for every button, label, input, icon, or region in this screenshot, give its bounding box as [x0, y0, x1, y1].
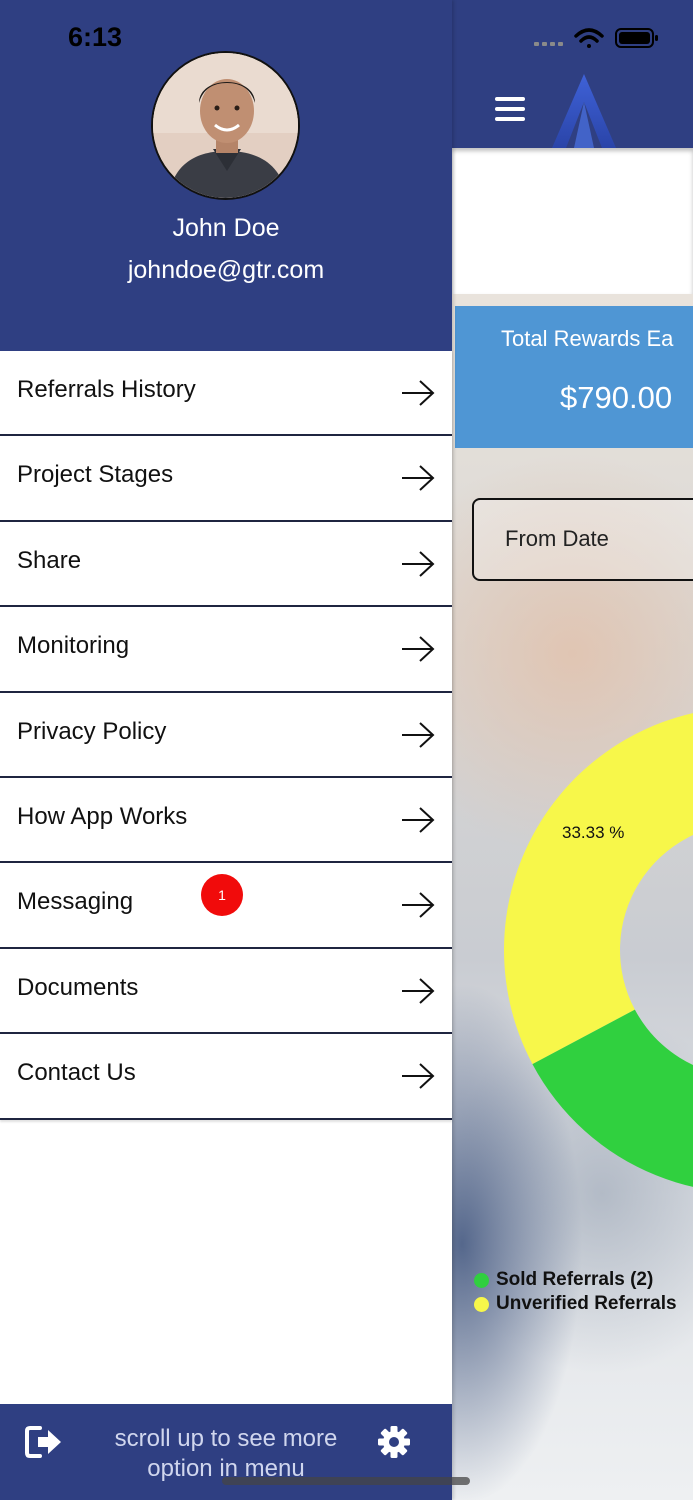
arrow-right-icon [402, 721, 435, 748]
from-date-placeholder: From Date [505, 526, 609, 551]
arrow-right-icon [402, 807, 435, 833]
app-logo-icon [552, 74, 616, 148]
cellular-signal-icon [534, 42, 563, 46]
menu-item-label: Project Stages [17, 461, 174, 489]
arrow-right-icon [402, 551, 435, 577]
rewards-value: $790.00 [560, 380, 673, 415]
menu-item-label: Referrals History [17, 376, 196, 403]
arrow-right-icon [402, 892, 435, 919]
avatar-photo [153, 53, 298, 198]
menu-item-label: Messaging [17, 888, 134, 916]
chart-legend: Sold Referrals (2) Unverified Referrals [474, 1268, 677, 1316]
legend-dot-unverified [474, 1296, 489, 1312]
menu-item-project-stages[interactable]: Project Stages [0, 436, 452, 522]
main-screen: Total Rewards Ea $790.00 From Date 33.33… [452, 0, 693, 1500]
legend-item-unverified: Unverified Referrals [474, 1292, 677, 1316]
rewards-label: Total Rewards Ea [501, 326, 674, 351]
menu-item-referrals-history[interactable]: Referrals History [0, 351, 452, 437]
wifi-icon [574, 28, 604, 48]
menu-item-label: How App Works [17, 802, 188, 830]
home-indicator [222, 1477, 470, 1485]
menu-item-messaging[interactable]: Messaging 1 [0, 863, 452, 949]
donut-percent-label: 33.33 % [562, 823, 624, 842]
menu-item-share[interactable]: Share [0, 521, 452, 608]
legend-label-sold: Sold Referrals (2) [496, 1269, 654, 1290]
legend-item-sold: Sold Referrals (2) [474, 1268, 677, 1292]
arrow-right-icon [402, 977, 435, 1004]
unread-badge: 1 [201, 874, 243, 917]
drawer-footer: scroll up to see more option in menu [0, 1404, 452, 1500]
menu-item-label: Documents [17, 973, 139, 1001]
arrow-right-icon [402, 636, 435, 662]
menu-item-label: Contact Us [17, 1059, 136, 1087]
menu-item-privacy-policy[interactable]: Privacy Policy [0, 692, 452, 778]
legend-label-unverified: Unverified Referrals [496, 1293, 677, 1314]
drawer-menu: Referrals History Project Stages Share M… [0, 351, 452, 1120]
logout-icon[interactable] [24, 1424, 64, 1460]
status-icons [534, 28, 658, 48]
status-time: 6:13 [68, 22, 123, 52]
gear-icon[interactable] [376, 1424, 412, 1460]
battery-icon [615, 28, 658, 48]
menu-item-contact-us[interactable]: Contact Us [0, 1034, 452, 1120]
menu-item-label: Share [17, 546, 82, 574]
menu-item-documents[interactable]: Documents [0, 948, 452, 1035]
legend-dot-sold [474, 1272, 489, 1288]
main-white-panel [452, 148, 693, 294]
avatar[interactable] [151, 51, 300, 200]
hamburger-menu-icon[interactable] [495, 97, 525, 123]
referrals-donut-chart: 33.33 % [504, 713, 693, 1187]
scroll-hint: scroll up to see more option in menu [114, 1425, 338, 1482]
user-email: johndoe@gtr.com [127, 256, 325, 284]
menu-item-monitoring[interactable]: Monitoring [0, 607, 452, 693]
menu-item-how-app-works[interactable]: How App Works [0, 777, 452, 864]
user-name: John Doe [172, 214, 280, 242]
menu-item-label: Monitoring [17, 632, 130, 660]
arrow-right-icon [402, 1063, 435, 1089]
arrow-right-icon [402, 465, 435, 492]
arrow-right-icon [402, 380, 435, 406]
side-drawer: John Doe johndoe@gtr.com Referrals Histo… [0, 0, 452, 1500]
donut-slice-unverified [504, 713, 693, 1065]
menu-item-label: Privacy Policy [17, 717, 167, 745]
